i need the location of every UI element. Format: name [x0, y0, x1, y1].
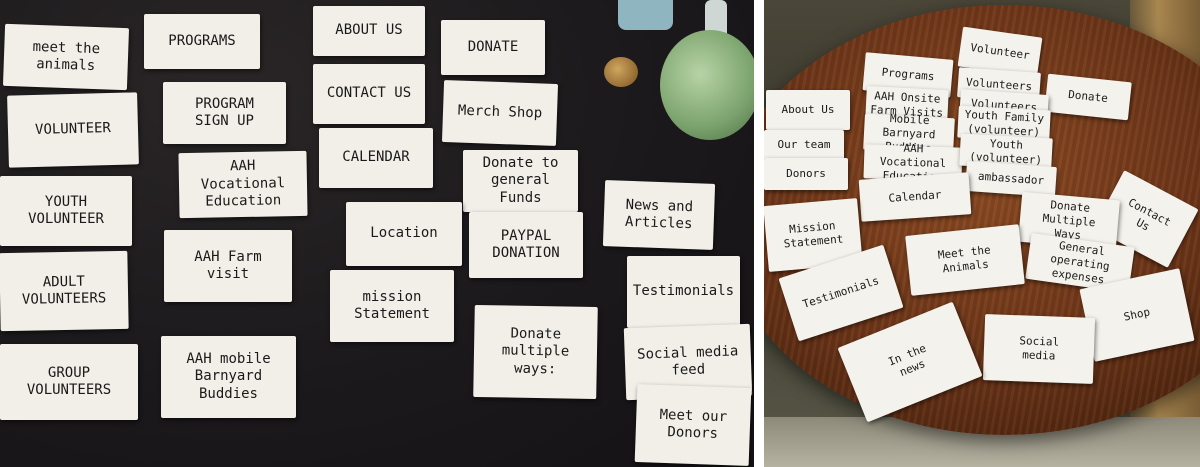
card-volunteer: VOLUNTEER — [7, 92, 139, 168]
card-programs: PROGRAMS — [144, 14, 260, 69]
card-about-us: About Us — [766, 90, 850, 130]
card-social-media: Social media — [982, 314, 1096, 384]
right-photo: Volunteer Programs Volunteers Donate Abo… — [764, 0, 1200, 467]
card-donate-general-funds: Donate to general Funds — [463, 150, 578, 212]
card-paypal-donation: PAYPAL DONATION — [469, 212, 583, 278]
card-group-volunteers: GROUP VOLUNTEERS — [0, 344, 138, 420]
card-meet-the-animals: Meet the Animals — [905, 224, 1025, 296]
card-donate-multiple-ways: Donate multiple ways: — [473, 304, 598, 400]
card-donate: DONATE — [441, 20, 545, 75]
card-calendar: CALENDAR — [319, 128, 433, 188]
card-ambassador: ambassador — [965, 160, 1057, 198]
wooden-knob — [604, 57, 638, 87]
photo-divider — [754, 0, 764, 467]
card-meet-our-donors: Meet our Donors — [634, 384, 752, 466]
card-mission-statement: mission Statement — [330, 270, 454, 342]
card-calendar: Calendar — [858, 172, 972, 222]
left-photo: meet the animals PROGRAMS ABOUT US DONAT… — [0, 0, 754, 467]
mug — [618, 0, 673, 30]
card-about-us: ABOUT US — [313, 6, 425, 56]
card-news-and-articles: News and Articles — [602, 180, 716, 250]
card-program-sign-up: PROGRAM SIGN UP — [163, 82, 286, 144]
card-donors: Donors — [764, 158, 848, 190]
card-youth-volunteer: YOUTH VOLUNTEER — [0, 176, 132, 246]
card-testimonials: Testimonials — [627, 256, 740, 328]
card-contact-us: CONTACT US — [313, 64, 425, 124]
desk-lamp-base — [660, 30, 754, 140]
card-aah-vocational-education: AAH Vocational Education — [178, 150, 308, 219]
card-aah-farm-visit: AAH Farm visit — [164, 230, 292, 302]
card-location: Location — [346, 202, 462, 266]
card-merch-shop: Merch Shop — [441, 80, 559, 146]
card-adult-volunteers: ADULT VOLUNTEERS — [0, 250, 129, 332]
card-our-team: Our team — [764, 130, 844, 160]
card-meet-the-animals: meet the animals — [2, 23, 130, 91]
card-aah-mobile-barnyard-buddies: AAH mobile Barnyard Buddies — [161, 336, 296, 418]
